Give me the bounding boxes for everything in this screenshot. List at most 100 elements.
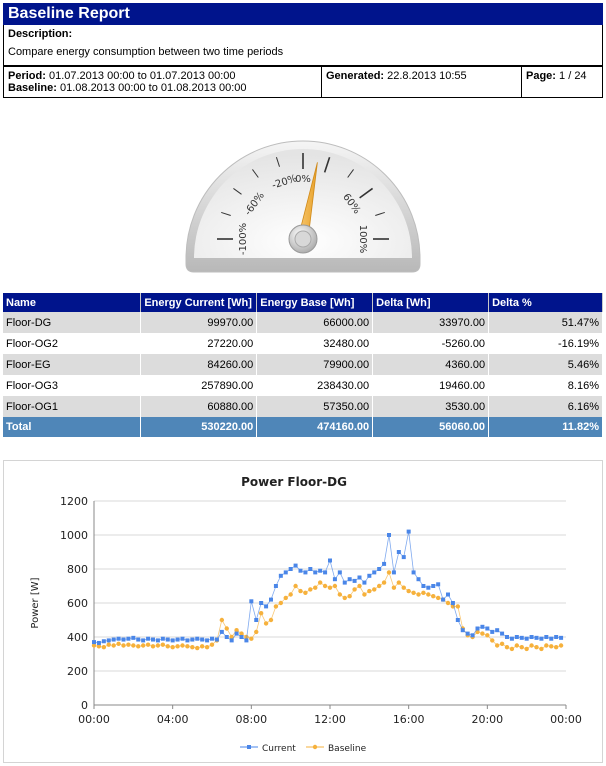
table-row: Floor-OG2 27220.00 32480.00 -5260.00 -16.19%	[3, 333, 603, 354]
data-point-baseline	[185, 644, 190, 649]
data-point-baseline	[386, 570, 392, 575]
data-point-current	[450, 601, 455, 605]
row-value-cell: 66000.00	[256, 312, 374, 333]
column-header[interactable]: Delta %	[488, 293, 603, 312]
row-value-cell: 51.47%	[488, 312, 603, 333]
data-point-current	[111, 637, 116, 642]
data-point-baseline	[140, 643, 146, 648]
data-point-baseline	[485, 633, 490, 638]
data-point-current	[190, 637, 195, 642]
data-point-current	[313, 570, 318, 575]
data-point-current	[303, 570, 308, 575]
row-value-cell: 5.46%	[488, 354, 603, 375]
period-label: Period:	[8, 70, 46, 82]
data-point-current	[559, 635, 564, 640]
data-point-baseline	[126, 642, 131, 647]
data-point-baseline	[190, 645, 195, 650]
data-point-current	[332, 577, 337, 582]
data-point-baseline	[199, 644, 205, 649]
gauge-tick-label: 0%	[295, 174, 311, 185]
data-point-current	[539, 636, 544, 641]
x-tick-label: 12:00	[314, 713, 346, 726]
data-point-current	[259, 601, 264, 605]
data-point-baseline	[544, 643, 549, 648]
table-row: Floor-EG 84260.00 79900.00 4360.00 5.46%	[3, 354, 603, 375]
data-point-baseline	[445, 600, 451, 606]
data-point-baseline	[367, 588, 372, 594]
data-point-current	[401, 555, 406, 560]
data-point-baseline	[406, 588, 411, 594]
data-point-baseline	[411, 590, 416, 595]
data-point-baseline	[116, 641, 121, 646]
energy-table: Name Energy Current [Wh] Energy Base [Wh] D…	[3, 293, 603, 437]
data-point-current	[244, 638, 249, 643]
data-point-baseline	[298, 588, 303, 594]
x-tick-label: 00:00	[78, 713, 110, 726]
page-value: 1 / 24	[559, 70, 587, 82]
data-point-current	[382, 561, 387, 566]
x-tick-label: 16:00	[393, 713, 425, 726]
gauge-tick-label: -100%	[238, 223, 249, 255]
data-point-current	[318, 568, 323, 573]
data-point-baseline	[219, 617, 225, 623]
total-value-cell: 530220.00	[140, 417, 258, 437]
row-value-cell: -5260.00	[372, 333, 490, 354]
column-header[interactable]: Energy Base [Wh]	[256, 293, 374, 312]
total-value-cell: 11.82%	[488, 417, 603, 437]
data-point-baseline	[258, 611, 264, 616]
data-point-current	[367, 573, 372, 578]
row-value-cell: 79900.00	[256, 354, 374, 375]
data-point-baseline	[209, 642, 215, 647]
data-point-baseline	[509, 646, 515, 652]
row-name-cell: Floor-EG	[3, 354, 142, 375]
data-point-baseline	[455, 604, 461, 609]
y-tick-label: 1000	[60, 529, 88, 542]
data-point-baseline	[111, 643, 116, 648]
column-header[interactable]: Name	[3, 293, 142, 312]
data-point-current	[544, 635, 549, 639]
data-point-baseline	[288, 592, 293, 597]
data-point-current	[396, 550, 401, 554]
delta-gauge: -100%-60%-20%0%60%100%	[185, 140, 421, 273]
data-point-baseline	[553, 645, 559, 650]
row-name-cell: Floor-OG1	[3, 396, 142, 417]
data-point-current	[416, 577, 421, 582]
data-point-current	[195, 636, 200, 641]
data-point-baseline	[514, 643, 520, 648]
data-point-baseline	[549, 644, 554, 649]
baseline-label: Baseline:	[8, 82, 57, 94]
data-point-baseline	[357, 583, 362, 589]
data-point-baseline	[273, 604, 279, 609]
legend-label: Baseline	[328, 744, 367, 754]
data-point-current	[101, 639, 106, 644]
y-tick-label: 0	[81, 699, 88, 712]
data-point-current	[357, 575, 362, 580]
data-point-current	[529, 635, 534, 639]
data-point-current	[455, 618, 460, 622]
column-header[interactable]: Energy Current [Wh]	[140, 293, 258, 312]
data-point-current	[421, 584, 426, 588]
data-point-baseline	[372, 587, 377, 592]
data-point-baseline	[150, 644, 156, 649]
data-point-current	[298, 568, 303, 573]
data-point-baseline	[376, 583, 382, 589]
y-tick-label: 400	[67, 631, 88, 644]
data-point-current	[362, 580, 367, 585]
data-point-baseline	[362, 592, 367, 597]
data-point-baseline	[435, 595, 441, 601]
data-point-current	[509, 636, 514, 641]
row-value-cell: 84260.00	[140, 354, 258, 375]
data-point-current	[121, 637, 126, 642]
data-point-current	[269, 597, 273, 602]
data-point-baseline	[480, 631, 485, 636]
row-value-cell: 33970.00	[372, 312, 490, 333]
data-point-baseline	[303, 590, 308, 595]
total-value-cell: 474160.00	[256, 417, 374, 437]
data-point-current	[229, 638, 234, 643]
row-value-cell: 8.16%	[488, 375, 603, 396]
data-point-baseline	[204, 645, 210, 650]
column-header[interactable]: Delta [Wh]	[372, 293, 490, 312]
data-point-current	[116, 636, 121, 641]
data-point-baseline	[313, 585, 318, 590]
data-point-baseline	[426, 592, 431, 597]
